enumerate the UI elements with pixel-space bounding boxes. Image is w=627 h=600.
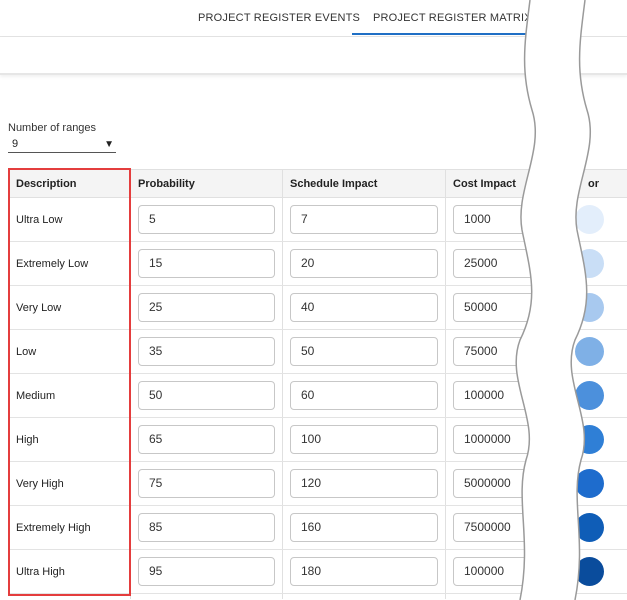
header-probability: Probability xyxy=(130,169,282,198)
header-cost-impact: Cost Impact xyxy=(445,169,570,198)
color-swatch[interactable] xyxy=(575,557,604,586)
probability-input[interactable]: 15 xyxy=(138,249,275,278)
schedule-impact-input[interactable]: 7 xyxy=(290,205,438,234)
probability-input[interactable]: 25 xyxy=(138,293,275,322)
schedule-impact-input[interactable]: 100 xyxy=(290,425,438,454)
color-swatch[interactable] xyxy=(575,249,604,278)
color-swatch[interactable] xyxy=(575,205,604,234)
header-color: or xyxy=(570,169,627,198)
schedule-impact-input[interactable]: 50 xyxy=(290,337,438,366)
schedule-impact-input[interactable]: 160 xyxy=(290,513,438,542)
number-of-ranges-select[interactable]: 9 ▼ xyxy=(8,137,116,153)
toolbar-band xyxy=(0,37,627,75)
color-swatch[interactable] xyxy=(575,381,604,410)
number-of-ranges-value: 9 xyxy=(12,138,19,150)
number-of-ranges-label: Number of ranges xyxy=(8,122,97,134)
color-swatch[interactable] xyxy=(575,513,604,542)
cost-impact-input[interactable]: 5000000 xyxy=(453,469,563,498)
cost-impact-input[interactable]: 100000 xyxy=(453,381,563,410)
probability-input[interactable]: 5 xyxy=(138,205,275,234)
cost-impact-input[interactable]: 25000 xyxy=(453,249,563,278)
color-swatch[interactable] xyxy=(575,293,604,322)
schedule-impact-input[interactable]: 20 xyxy=(290,249,438,278)
color-swatch[interactable] xyxy=(575,337,604,366)
cost-impact-input[interactable]: 7500000 xyxy=(453,513,563,542)
schedule-impact-input[interactable]: 120 xyxy=(290,469,438,498)
probability-input[interactable]: 85 xyxy=(138,513,275,542)
schedule-impact-input[interactable]: 60 xyxy=(290,381,438,410)
active-tab-indicator xyxy=(352,33,528,35)
cost-impact-input[interactable]: 50000 xyxy=(453,293,563,322)
tab-bar: PROJECT REGISTER EVENTS PROJECT REGISTER… xyxy=(0,0,627,37)
tab-project-register-events[interactable]: PROJECT REGISTER EVENTS xyxy=(198,12,360,24)
probability-input[interactable]: 95 xyxy=(138,557,275,586)
cost-impact-input[interactable]: 75000 xyxy=(453,337,563,366)
tab-project-register-matrix[interactable]: PROJECT REGISTER MATRIX xyxy=(373,12,532,24)
description-column-highlight xyxy=(8,168,131,596)
schedule-impact-input[interactable]: 180 xyxy=(290,557,438,586)
probability-input[interactable]: 50 xyxy=(138,381,275,410)
color-swatch[interactable] xyxy=(575,425,604,454)
header-schedule-impact: Schedule Impact xyxy=(282,169,445,198)
chevron-down-icon: ▼ xyxy=(104,139,114,150)
color-swatch[interactable] xyxy=(575,469,604,498)
schedule-impact-input[interactable]: 40 xyxy=(290,293,438,322)
probability-input[interactable]: 75 xyxy=(138,469,275,498)
cost-impact-input[interactable]: 100000 xyxy=(453,557,563,586)
cost-impact-input[interactable]: 1000 xyxy=(453,205,563,234)
probability-input[interactable]: 65 xyxy=(138,425,275,454)
probability-input[interactable]: 35 xyxy=(138,337,275,366)
cost-impact-input[interactable]: 1000000 xyxy=(453,425,563,454)
